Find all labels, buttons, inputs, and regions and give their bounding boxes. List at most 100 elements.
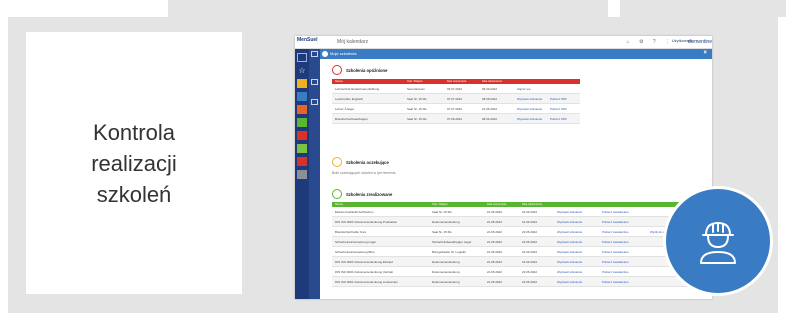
cell-start: 21.06.2022 (487, 250, 503, 254)
table-row[interactable]: Brandschutzhelfer Kurs Saal Nr. 15 Mo 21.0… (332, 227, 704, 237)
window-title: Mój kalendarz (337, 39, 369, 45)
warning-icon[interactable] (297, 131, 307, 140)
close-icon[interactable]: × (703, 50, 707, 56)
cell-name: DIN ISO 9001 Dokumentenlenkung Produktio… (335, 220, 398, 224)
table-row[interactable]: Elektro-Fachkraft Auffrischen Saal Nr. 15… (332, 207, 704, 217)
cell-desc: Dokumentenlenkung (432, 220, 460, 224)
cell-start: 07.06.2022 (447, 117, 463, 121)
app-logo[interactable]: MenSuel (297, 37, 318, 49)
brand-logo: clementine (687, 39, 712, 45)
cell-start: 21.06.2022 (487, 230, 503, 234)
table-row[interactable]: Sicherheitsunterweisung Lager Sicherheits… (332, 237, 704, 247)
app-sidebar: ☆ (295, 49, 309, 299)
cell-start: 21.06.2022 (487, 220, 503, 224)
top-left-strip (168, 0, 608, 17)
topbar-icons[interactable]: ⌂ ⚙ ? ⋮ (627, 39, 674, 45)
alert-icon (332, 65, 342, 75)
enroll-link[interactable]: Zapisz się (517, 87, 531, 91)
cell-start: 07.07.2022 (447, 107, 463, 111)
certificate-link[interactable]: Pobierz świadectwo (602, 210, 629, 214)
app-topbar: MenSuel Mój kalendarz ⌂ ⚙ ? ⋮ Użytkownik… (295, 36, 712, 49)
modal-content: Szkolenia opóźnione Nazwa Opis / Miejsce… (320, 59, 712, 299)
col-name: Nazwa (335, 203, 343, 206)
certificate-link[interactable]: Pobierz świadectwo (602, 230, 629, 234)
view-link[interactable]: Wyświetl szkolenie (557, 260, 582, 264)
feature-caption: Kontrola realizacji szkoleń (91, 117, 177, 210)
cell-name: Leitertreffen Englisch (335, 97, 364, 101)
cell-name: Brandschutzhelfer Kurs (335, 230, 367, 234)
overdue-title: Szkolenia opóźnione (346, 68, 388, 73)
view-link[interactable]: Wyświetl szkolenie (517, 117, 542, 121)
cell-end: 22.06.2022 (522, 250, 538, 254)
table-row[interactable]: DIN ISO 9001 Dokumentenlenkung Produktio… (332, 217, 704, 227)
cell-name: Brandschutzbeauftragter (335, 117, 368, 121)
clock-icon (332, 157, 342, 167)
cell-desc: Saal Nr. 15 Mo (407, 97, 427, 101)
top-right-strip (620, 0, 786, 17)
calendar-icon[interactable] (297, 79, 307, 88)
certificate-link[interactable]: Pobierz świadectwo (602, 270, 629, 274)
pending-note: Brak oczekujących szkoleń w tym terminie… (332, 171, 397, 175)
star-icon[interactable]: ☆ (297, 66, 307, 75)
monitor-icon[interactable] (297, 92, 307, 101)
home-icon[interactable] (297, 53, 307, 62)
team-icon[interactable] (297, 144, 307, 153)
cell-end: 22.06.2022 (522, 260, 538, 264)
cell-desc: Sicherheitsbeauftragter Lager (432, 240, 472, 244)
cell-start: 21.06.2022 (487, 240, 503, 244)
cell-name: Lehrtechnik Erwachsenenbildung (335, 87, 380, 91)
menu-icon[interactable] (311, 51, 318, 57)
modal-header: Moje szkolenia × (320, 49, 712, 59)
pdf-link[interactable]: Pobierz PDF (550, 117, 567, 121)
cell-end: 22.06.2022 (522, 280, 538, 284)
cell-desc: Seminarraum (407, 87, 426, 91)
user-icon[interactable] (297, 118, 307, 127)
cell-end: 22.06.2022 (522, 210, 538, 214)
cell-end: 22.06.2022 (522, 240, 538, 244)
cell-start: 07.07.2022 (447, 97, 463, 101)
table-row[interactable]: Brandschutzbeauftragter Saal Nr. 15 Mo 07.… (332, 114, 580, 124)
view-link[interactable]: Wyświetl szkolenie (557, 240, 582, 244)
cell-start: 21.06.2022 (487, 280, 503, 284)
certificate-link[interactable]: Pobierz świadectwo (602, 250, 629, 254)
view-link[interactable]: Wyświetl szkolenie (557, 210, 582, 214)
cell-desc: Dokumentenlenkung (432, 280, 460, 284)
view-link[interactable]: Wyświetl szkolenie (557, 250, 582, 254)
cell-desc: Dokumentenlenkung (432, 260, 460, 264)
cell-name: Sicherheitsunterweisung Büro (335, 250, 375, 254)
certificate-link[interactable]: Pobierz świadectwo (602, 260, 629, 264)
table-row[interactable]: DIN ISO 9001 Dokumentenlenkung Einkauf Do… (332, 257, 704, 267)
tools-icon[interactable] (297, 170, 307, 179)
view-link[interactable]: Wyświetl szkolenie (517, 97, 542, 101)
table-row[interactable]: Sicherheitsunterweisung Büro Bürogebäude … (332, 247, 704, 257)
construction-worker-icon (700, 222, 736, 264)
table-row[interactable]: DIN ISO 9001 Dokumentenlenkung Lieferant… (332, 277, 704, 287)
cell-end: 21.06.2022 (482, 107, 498, 111)
view-link[interactable]: Wyświetl szkolenie (557, 270, 582, 274)
pdf-link[interactable]: Pobierz PDF (550, 107, 567, 111)
view-link[interactable]: Wyświetl szkolenie (557, 230, 582, 234)
cell-end: 06.09.2022 (482, 87, 498, 91)
document-icon[interactable] (297, 157, 307, 166)
certificate-link[interactable]: Pobierz świadectwo (602, 240, 629, 244)
table-row[interactable]: Leitertreffen Englisch Saal Nr. 15 Mo 07.0… (332, 94, 580, 104)
cell-end: 21.06.2022 (522, 220, 538, 224)
cell-desc: Saal Nr. 15 Mo (407, 107, 427, 111)
certificate-link[interactable]: Pobierz świadectwo (602, 220, 629, 224)
table-row[interactable]: Lehrer Ã Eiger Saal Nr. 15 Mo 07.07.2022 21… (332, 104, 580, 114)
certificate-link[interactable]: Pobierz świadectwo (602, 280, 629, 284)
overdue-table: Nazwa Opis / Miejsce Data rozpoczęcia Da… (332, 79, 580, 124)
modal-title: Moje szkolenia (330, 51, 357, 56)
view-link[interactable]: Wyświetl szkolenie (557, 280, 582, 284)
list-icon[interactable] (311, 79, 318, 85)
calendar-icon[interactable] (311, 99, 318, 105)
table-row[interactable]: DIN ISO 9001 Dokumentenlenkung Vertrieb D… (332, 267, 704, 277)
pdf-link[interactable]: Pobierz PDF (550, 97, 567, 101)
view-link[interactable]: Wyświetl szkolenie (557, 220, 582, 224)
col-desc: Opis / Miejsce (432, 203, 448, 206)
cell-desc: Dokumentenlenkung (432, 270, 460, 274)
mail-icon[interactable] (297, 105, 307, 114)
view-link[interactable]: Wyświetl szkolenie (517, 107, 542, 111)
table-row[interactable]: Lehrtechnik Erwachsenenbildung Seminarrau… (332, 84, 580, 94)
caption-line-1: Kontrola (93, 119, 175, 145)
